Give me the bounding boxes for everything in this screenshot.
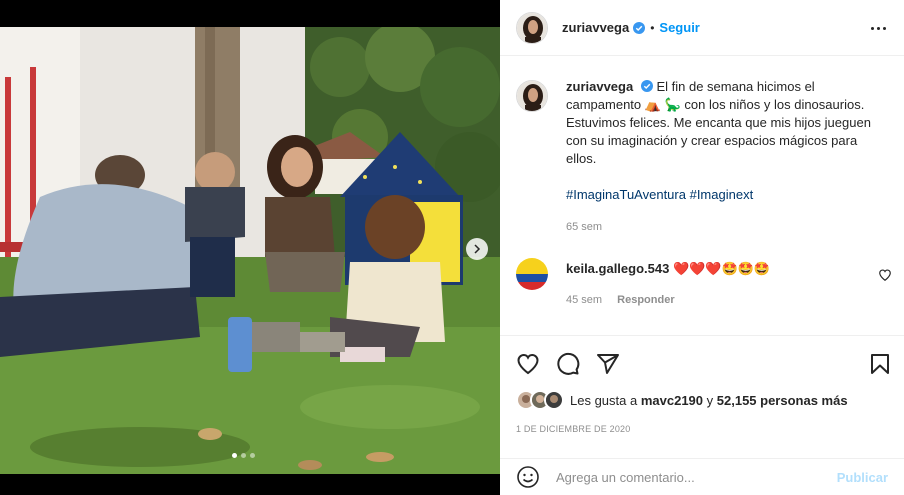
post-date[interactable]: 1 de diciembre de 2020 xyxy=(516,424,630,434)
comment-username[interactable]: keila.gallego.543 xyxy=(566,261,669,276)
reply-button[interactable]: Responder xyxy=(617,294,674,306)
carousel-indicator xyxy=(232,453,255,458)
post-media xyxy=(0,0,500,495)
tent-emoji: ⛺ xyxy=(644,97,661,112)
publish-button[interactable]: Publicar xyxy=(837,470,888,485)
comment-item: keila.gallego.543 ❤️❤️❤️🤩🤩🤩 45 sem Respo… xyxy=(516,258,896,306)
carousel-next-button[interactable] xyxy=(466,238,488,260)
caption-time[interactable]: 65 sem xyxy=(566,218,891,236)
likes-user[interactable]: mavc2190 xyxy=(641,393,703,408)
verified-badge-icon xyxy=(640,80,653,92)
carousel-dot xyxy=(232,453,237,458)
comment-composer: Publicar xyxy=(500,458,904,495)
comment-like-icon[interactable] xyxy=(878,268,892,282)
liker-avatars xyxy=(516,390,564,410)
comment-emojis: ❤️❤️❤️🤩🤩🤩 xyxy=(672,261,771,276)
hashtags: #ImaginaTuAventura #Imaginext xyxy=(566,186,891,204)
comment-text: keila.gallego.543 ❤️❤️❤️🤩🤩🤩 xyxy=(566,258,866,280)
post-photo[interactable] xyxy=(0,27,500,474)
likes-middle: y xyxy=(706,392,714,408)
carousel-dot xyxy=(241,453,246,458)
bookmark-icon[interactable] xyxy=(868,352,892,376)
emoji-icon[interactable] xyxy=(516,465,540,489)
avatar[interactable] xyxy=(516,80,548,112)
likes-summary: Les gusta a mavc2190 y 52,155 personas m… xyxy=(516,390,848,410)
carousel-dot xyxy=(250,453,255,458)
follow-button[interactable]: Seguir xyxy=(659,20,699,35)
hashtag-link[interactable]: #ImaginaTuAventura xyxy=(566,187,686,202)
chevron-right-icon xyxy=(474,244,481,254)
likes-count[interactable]: 52,155 personas más xyxy=(717,393,848,408)
share-icon[interactable] xyxy=(596,352,620,376)
comment-meta: 45 sem Responder xyxy=(566,294,866,306)
post-caption: zuriavvega El fin de semana hicimos el c… xyxy=(516,78,896,236)
heart-icon[interactable] xyxy=(516,352,540,376)
comment-time[interactable]: 45 sem xyxy=(566,294,602,306)
likes-prefix: Les gusta a xyxy=(570,392,638,408)
avatar[interactable] xyxy=(516,258,548,290)
comment-body: keila.gallego.543 ❤️❤️❤️🤩🤩🤩 45 sem Respo… xyxy=(566,258,866,306)
action-bar xyxy=(500,335,904,390)
avatar[interactable] xyxy=(544,390,564,410)
caption-text: zuriavvega El fin de semana hicimos el c… xyxy=(566,78,891,168)
separator-dot: • xyxy=(650,20,655,35)
hashtag-link[interactable]: #Imaginext xyxy=(690,187,754,202)
verified-badge-icon xyxy=(633,21,646,34)
post-panel: zuriavvega • Seguir zuriavvega El fin de… xyxy=(500,0,904,495)
comment-icon[interactable] xyxy=(556,352,580,376)
caption-username[interactable]: zuriavvega xyxy=(566,79,633,94)
post-header: zuriavvega • Seguir xyxy=(500,0,904,56)
dinosaur-emoji: 🦕 xyxy=(664,97,681,112)
caption-body: zuriavvega El fin de semana hicimos el c… xyxy=(566,78,891,236)
more-options-icon[interactable] xyxy=(868,18,888,38)
post-username[interactable]: zuriavvega xyxy=(562,20,629,35)
avatar[interactable] xyxy=(516,11,548,44)
comment-input[interactable] xyxy=(556,469,837,485)
